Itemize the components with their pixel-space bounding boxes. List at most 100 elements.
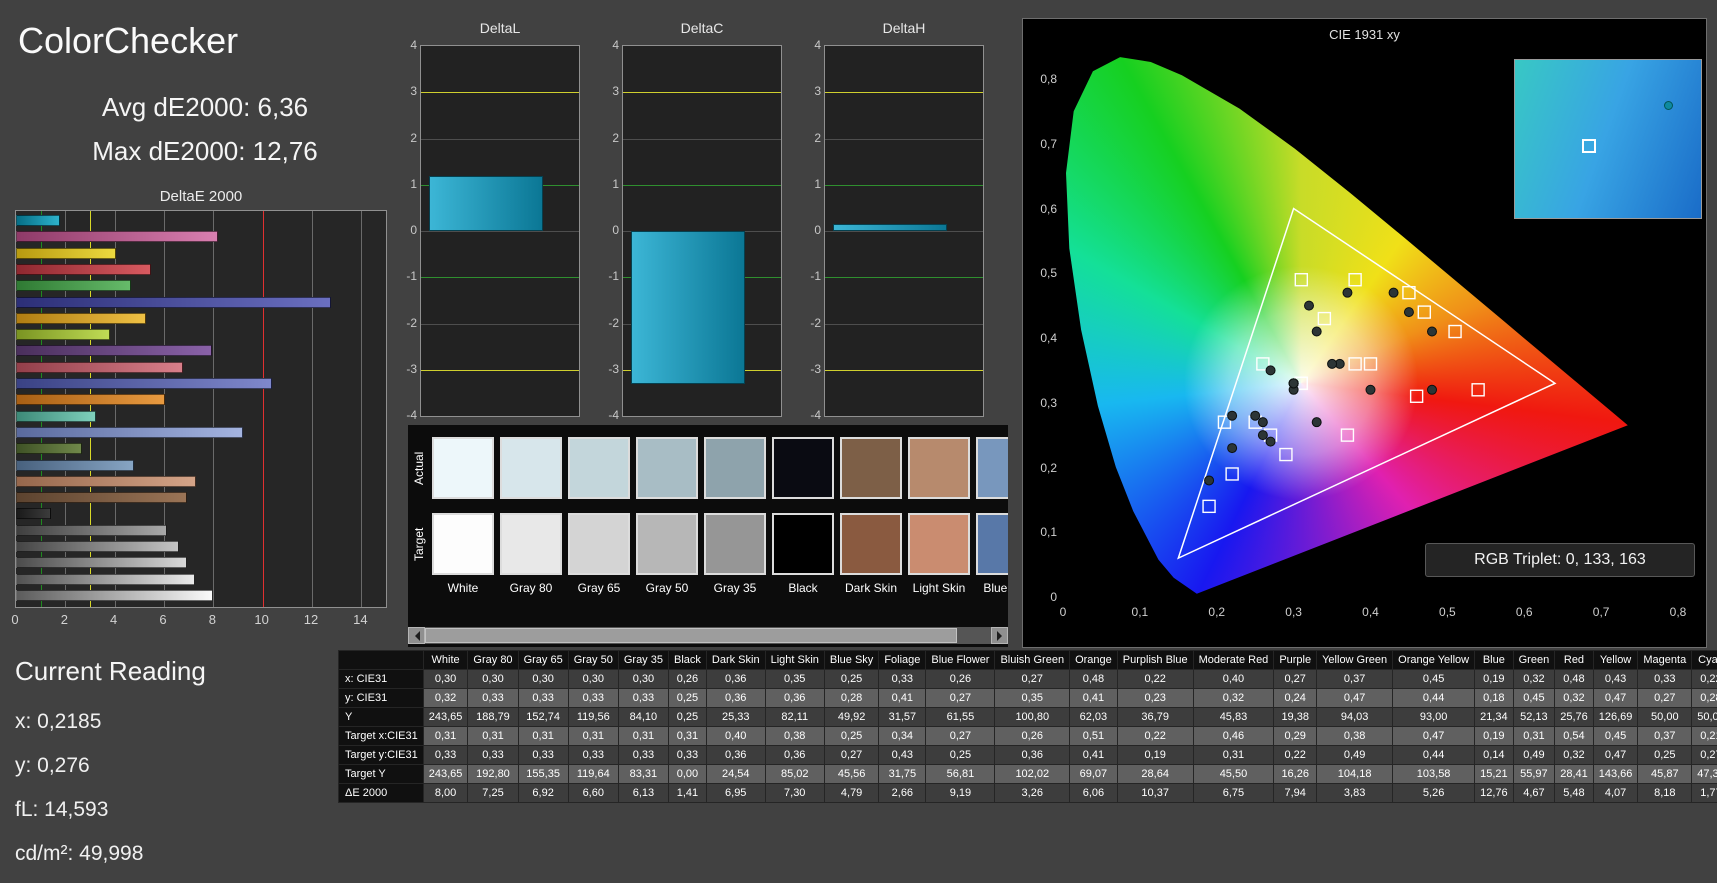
table-cell: 8,18 <box>1637 783 1693 803</box>
table-cell: 0,27 <box>925 688 996 708</box>
scroll-right-button[interactable] <box>991 627 1008 644</box>
row-label: Target x:CIE31 <box>338 726 424 746</box>
measured-marker <box>1265 365 1276 376</box>
y-tick-label: -2 <box>810 315 821 330</box>
measured-marker <box>1327 358 1338 369</box>
swatch-target-blue-sky <box>976 513 1008 575</box>
x-tick-label: 14 <box>353 612 368 627</box>
deltal-y-ticks: 4 3 2 1 0 -1 -2 -3 -4 <box>398 38 418 422</box>
target-marker <box>1225 467 1239 481</box>
deltae-bar-blue-sky <box>16 459 135 471</box>
deltae-bar-black <box>16 508 51 520</box>
scroll-left-button[interactable] <box>408 627 425 644</box>
column-header: Yellow <box>1592 650 1639 670</box>
scrollbar-thumb[interactable] <box>425 628 958 643</box>
table-cell: 93,00 <box>1392 707 1476 727</box>
table-cell: 83,31 <box>617 764 669 784</box>
table-cell: 0,47 <box>1592 745 1639 765</box>
swatch-scrollbar[interactable] <box>408 627 1008 644</box>
table-cell: 0,41 <box>878 688 927 708</box>
table-cell: 0,36 <box>764 688 825 708</box>
reference-line <box>623 92 781 94</box>
swatch-label-gray-50: Gray 50 <box>645 581 689 595</box>
table-cell: 0,33 <box>517 745 569 765</box>
table-cell: 0,27 <box>925 726 996 746</box>
table-cell: 28,64 <box>1116 764 1194 784</box>
swatch-target-gray-65 <box>568 513 630 575</box>
table-cell: 0,32 <box>1554 745 1594 765</box>
table-cell: 0,33 <box>878 669 927 689</box>
measured-marker <box>1257 430 1268 441</box>
table-cell: 31,75 <box>878 764 927 784</box>
scrollbar-track[interactable] <box>425 627 991 644</box>
table-cell: 0,43 <box>1592 669 1639 689</box>
y-tick-label: -4 <box>810 408 821 422</box>
table-cell: 0,22 <box>1116 726 1194 746</box>
deltae2000-chart: DeltaE 2000 0 2 4 6 8 10 12 14 <box>11 188 387 640</box>
table-cell: 192,80 <box>467 764 519 784</box>
deltae2000-chart-title: DeltaE 2000 <box>159 188 243 205</box>
table-cell: 0,31 <box>422 726 469 746</box>
table-cell: 0,44 <box>1392 745 1476 765</box>
table-cell: 50,00 <box>1691 707 1717 727</box>
table-cell: 55,97 <box>1512 764 1556 784</box>
swatch-actual-light-skin <box>908 437 970 499</box>
table-row: Target Y 243,65 192,80 155,35 119,64 83,31 0,0… <box>338 764 1717 784</box>
table-cell: 0,25 <box>667 707 707 727</box>
y-tick-label: 3 <box>410 84 417 99</box>
target-marker <box>1294 273 1309 287</box>
table-cell: 0,31 <box>1512 726 1556 746</box>
y-tick-label: 1 <box>814 176 821 191</box>
gridline <box>213 211 215 607</box>
table-cell: 0,31 <box>517 726 569 746</box>
column-header: Cyan <box>1691 650 1717 670</box>
target-marker <box>1317 311 1332 326</box>
column-header: Gray 35 <box>617 650 669 670</box>
y-tick-label: 2 <box>612 130 619 145</box>
table-cell: 0,32 <box>1192 688 1275 708</box>
actual-row-label: Actual <box>412 451 426 485</box>
table-cell: 0,26 <box>994 726 1071 746</box>
arrow-left-icon <box>410 630 420 641</box>
x-tick-label: 4 <box>110 612 118 627</box>
gamut-triangle <box>1177 207 1557 560</box>
table-cell: 0,36 <box>764 745 825 765</box>
swatch-target-gray-80 <box>500 513 562 575</box>
swatch-actual-white <box>432 437 494 499</box>
table-cell: 0,33 <box>617 688 669 708</box>
table-cell: 0,47 <box>1592 688 1639 708</box>
x-tick-label: 12 <box>303 612 319 627</box>
swatch-actual-dark-skin <box>840 437 902 499</box>
table-row: y: CIE31 0,32 0,33 0,33 0,33 0,33 0,25 0,36 0,36… <box>338 688 1717 708</box>
inset-target-marker <box>1581 139 1596 153</box>
table-cell: 0,47 <box>1316 688 1394 708</box>
deltae-bar-green <box>16 280 132 292</box>
row-label: Y <box>338 707 424 727</box>
table-cell: 0,33 <box>467 745 519 765</box>
table-cell: 16,26 <box>1273 764 1318 784</box>
y-tick-label: 1 <box>612 176 619 191</box>
table-cell: 15,21 <box>1474 764 1514 784</box>
deltae-bar-orange-yellow <box>16 312 146 324</box>
deltae-bar-bluish-green <box>16 410 97 422</box>
table-cell: 0,27 <box>994 669 1071 689</box>
reference-line <box>825 323 983 325</box>
measured-marker <box>1311 326 1322 337</box>
swatch-label-white: White <box>447 581 479 595</box>
table-cell: 0,22 <box>1691 669 1717 689</box>
deltae-bar-light-skin <box>16 475 197 487</box>
measured-marker <box>1257 417 1268 428</box>
reference-line <box>825 92 983 94</box>
table-cell: 0,38 <box>764 726 825 746</box>
column-header: Gray 65 <box>517 650 569 670</box>
table-cell: 119,64 <box>567 764 619 784</box>
measured-marker <box>1288 378 1299 389</box>
table-cell: 0,27 <box>1637 688 1693 708</box>
table-cell: 0,00 <box>667 764 707 784</box>
current-reading-title: Current Reading <box>15 656 206 686</box>
table-cell: 28,41 <box>1554 764 1594 784</box>
swatch-target-dark-skin <box>840 513 902 575</box>
table-cell: 0,40 <box>1192 669 1275 689</box>
column-header: Orange <box>1069 650 1118 670</box>
target-marker <box>1363 357 1378 371</box>
